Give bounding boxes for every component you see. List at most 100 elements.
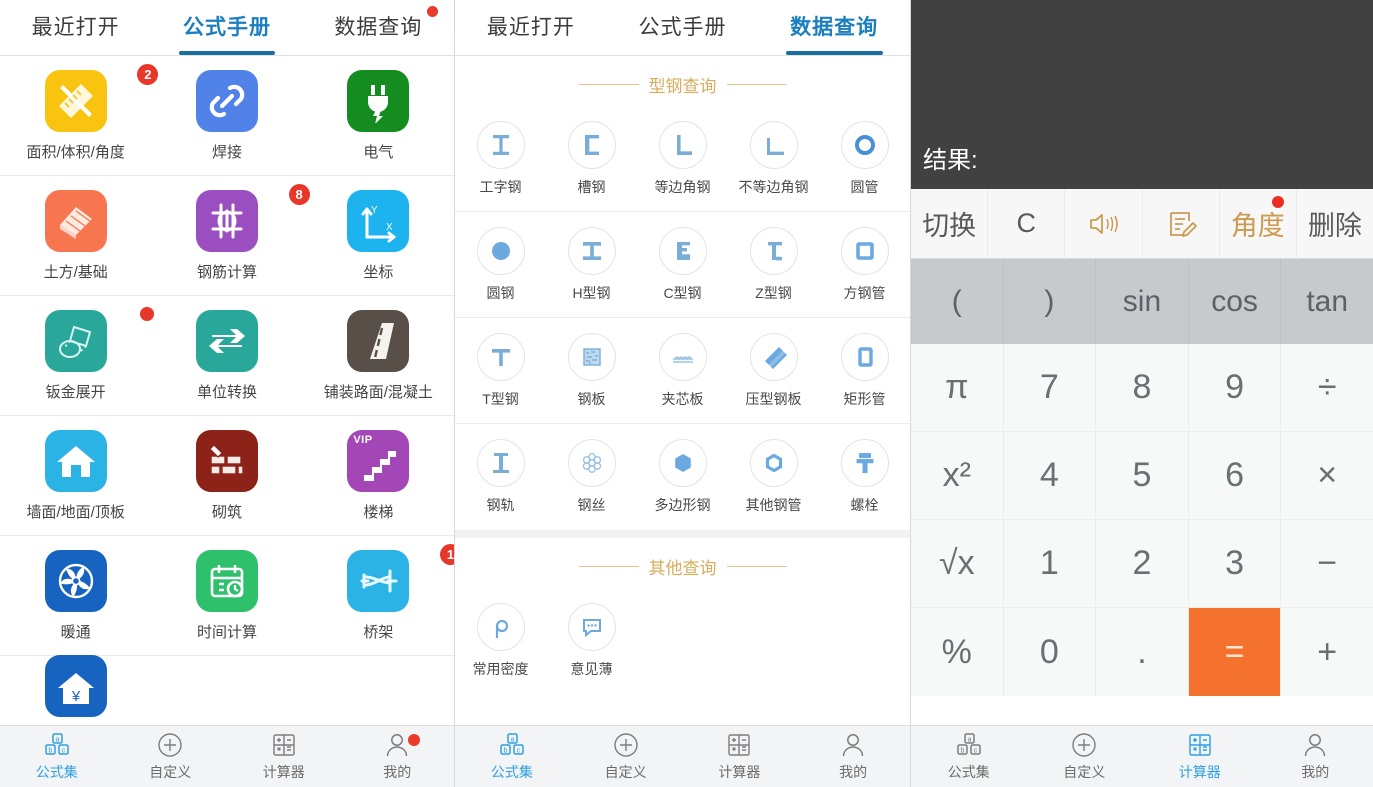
- query-item-common-density[interactable]: 常用密度: [455, 603, 546, 679]
- tile-sheetmetal-unfold[interactable]: 钣金展开: [0, 306, 155, 402]
- key-cos[interactable]: cos: [1189, 259, 1282, 344]
- query-item-equal-angle[interactable]: 等边角钢: [637, 120, 728, 197]
- query-label: T型钢: [482, 390, 519, 407]
- key-7[interactable]: 7: [1004, 344, 1097, 431]
- note-button[interactable]: [1143, 188, 1220, 259]
- key-divide[interactable]: ÷: [1281, 344, 1373, 431]
- key-pi[interactable]: π: [911, 344, 1004, 431]
- switch-button[interactable]: 切换: [911, 188, 989, 259]
- query-item-i-beam[interactable]: 工字钢: [455, 120, 546, 197]
- tab-formula-manual-p1[interactable]: 公式手册: [151, 0, 302, 55]
- query-item-square-tube[interactable]: 方钢管: [819, 226, 910, 303]
- nav-label: 自定义: [604, 764, 647, 780]
- query-item-other-pipe[interactable]: 其他钢管: [728, 439, 819, 515]
- key-label: 2: [1132, 544, 1152, 582]
- query-item-channel-steel[interactable]: 槽钢: [546, 120, 637, 197]
- tile-electrical[interactable]: 电气: [303, 69, 454, 162]
- query-item-z-section[interactable]: Z型钢: [728, 226, 819, 303]
- nav-mine-p3[interactable]: 我的: [1258, 726, 1373, 787]
- key-plus[interactable]: +: [1281, 608, 1373, 696]
- key-4[interactable]: 4: [1004, 432, 1097, 519]
- tile-cost-estimate[interactable]: ¥: [0, 655, 151, 717]
- tile-cable-tray[interactable]: 1 桥架: [303, 543, 454, 642]
- query-item-unequal-angle[interactable]: 不等边角钢: [728, 120, 819, 197]
- clear-button[interactable]: C: [988, 188, 1066, 259]
- key-9[interactable]: 9: [1189, 344, 1282, 431]
- delete-button[interactable]: 删除: [1297, 189, 1373, 259]
- key-0[interactable]: 0: [1004, 608, 1097, 696]
- query-item-steel-plate[interactable]: 钢板: [546, 332, 637, 409]
- sound-toggle-button[interactable]: [1065, 188, 1143, 259]
- tile-welding[interactable]: 焊接: [151, 69, 302, 162]
- key-8[interactable]: 8: [1096, 344, 1189, 431]
- query-item-round-bar[interactable]: 圆钢: [455, 226, 546, 303]
- key-2[interactable]: 2: [1096, 520, 1189, 607]
- query-item-polygon-steel[interactable]: 多边形钢: [637, 439, 728, 515]
- query-item-steel-wire[interactable]: 钢丝: [546, 439, 637, 515]
- tile-paving-concrete[interactable]: 铺装路面/混凝土: [303, 309, 454, 402]
- query-item-profiled-sheet[interactable]: 压型钢板: [728, 332, 819, 409]
- key-1[interactable]: 1: [1004, 520, 1097, 607]
- tile-label: 暖通: [60, 623, 91, 641]
- key-tan[interactable]: tan: [1281, 259, 1373, 344]
- nav-mine-p2[interactable]: 我的: [796, 726, 910, 787]
- query-item-c-section[interactable]: C型钢: [637, 226, 728, 303]
- tile-label: 砌筑: [211, 503, 242, 521]
- key-sqrt[interactable]: √x: [911, 520, 1004, 607]
- tab-data-query-p2[interactable]: 数据查询: [758, 0, 910, 55]
- angle-mode-button[interactable]: 角度: [1220, 188, 1297, 259]
- tab-recent-p2[interactable]: 最近打开: [455, 0, 607, 55]
- tab-formula-manual-p2[interactable]: 公式手册: [607, 0, 759, 55]
- key-5[interactable]: 5: [1096, 432, 1189, 519]
- tab-data-query-p1[interactable]: 数据查询: [303, 0, 454, 55]
- tile-wall-floor-slab[interactable]: 墙面/地面/顶板: [0, 429, 151, 522]
- key-square[interactable]: x²: [911, 432, 1004, 519]
- tile-masonry[interactable]: 砌筑: [151, 429, 302, 522]
- key-3[interactable]: 3: [1189, 520, 1282, 607]
- nav-custom-p3[interactable]: 自定义: [1027, 726, 1143, 787]
- tile-label: 土方/基础: [43, 263, 108, 281]
- query-item-feedback[interactable]: 意见薄: [546, 603, 637, 679]
- key-multiply[interactable]: ×: [1281, 432, 1373, 519]
- svg-text:a: a: [55, 736, 59, 743]
- tile-stairs[interactable]: VIP 楼梯: [303, 429, 454, 522]
- nav-calculator-p1[interactable]: 计算器: [227, 726, 341, 787]
- query-item-rect-tube[interactable]: 矩形管: [819, 332, 910, 409]
- nav-calculator-p3[interactable]: 计算器: [1142, 726, 1258, 787]
- tile-label: 焊接: [211, 143, 242, 161]
- nav-custom-p2[interactable]: 自定义: [569, 726, 683, 787]
- query-item-h-beam[interactable]: H型钢: [546, 226, 637, 303]
- query-item-bolt[interactable]: 螺栓: [819, 439, 910, 515]
- query-item-round-pipe[interactable]: 圆管: [819, 120, 910, 197]
- three-panel-screenshot: 最近打开 公式手册 数据查询 2 面积/体积/角度 焊接 电气 土方/基础 8 …: [0, 0, 1373, 787]
- t-section-icon: [476, 332, 525, 381]
- profiled-sheet-icon: [749, 332, 798, 381]
- tab-recent-p1[interactable]: 最近打开: [0, 0, 151, 55]
- nav-formula-set-p3[interactable]: ab c 公式集: [911, 726, 1027, 787]
- tile-unit-conversion[interactable]: 单位转换: [151, 309, 302, 402]
- query-row: 常用密度 意见薄: [455, 588, 910, 694]
- key-6[interactable]: 6: [1189, 432, 1282, 519]
- key-decimal[interactable]: .: [1096, 608, 1189, 696]
- tile-area-volume-angle[interactable]: 2 面积/体积/角度: [0, 63, 159, 162]
- tile-rebar-calc[interactable]: 8 钢筋计算: [151, 183, 310, 282]
- query-item-rail[interactable]: 钢轨: [455, 439, 546, 515]
- nav-mine-p1[interactable]: 我的: [341, 726, 455, 787]
- key-sin[interactable]: sin: [1096, 259, 1189, 344]
- key-open-paren[interactable]: (: [911, 259, 1004, 344]
- tile-time-calc[interactable]: 时间计算: [151, 549, 302, 642]
- key-close-paren[interactable]: ): [1004, 259, 1097, 344]
- key-equals[interactable]: =: [1188, 608, 1282, 696]
- person-icon: [383, 731, 411, 759]
- key-minus[interactable]: −: [1281, 520, 1373, 607]
- key-percent[interactable]: %: [911, 608, 1004, 696]
- tile-earthwork-foundation[interactable]: 土方/基础: [0, 189, 151, 282]
- nav-formula-set-p2[interactable]: ab c 公式集: [455, 726, 569, 787]
- nav-formula-set-p1[interactable]: ab c 公式集: [0, 726, 114, 787]
- tile-coordinates[interactable]: YX 坐标: [303, 189, 454, 282]
- nav-calculator-p2[interactable]: 计算器: [683, 726, 797, 787]
- tile-hvac[interactable]: 暖通: [0, 549, 151, 642]
- query-item-t-section[interactable]: T型钢: [455, 332, 546, 409]
- nav-custom-p1[interactable]: 自定义: [114, 726, 228, 787]
- query-item-sandwich-panel[interactable]: 夹芯板: [637, 332, 728, 409]
